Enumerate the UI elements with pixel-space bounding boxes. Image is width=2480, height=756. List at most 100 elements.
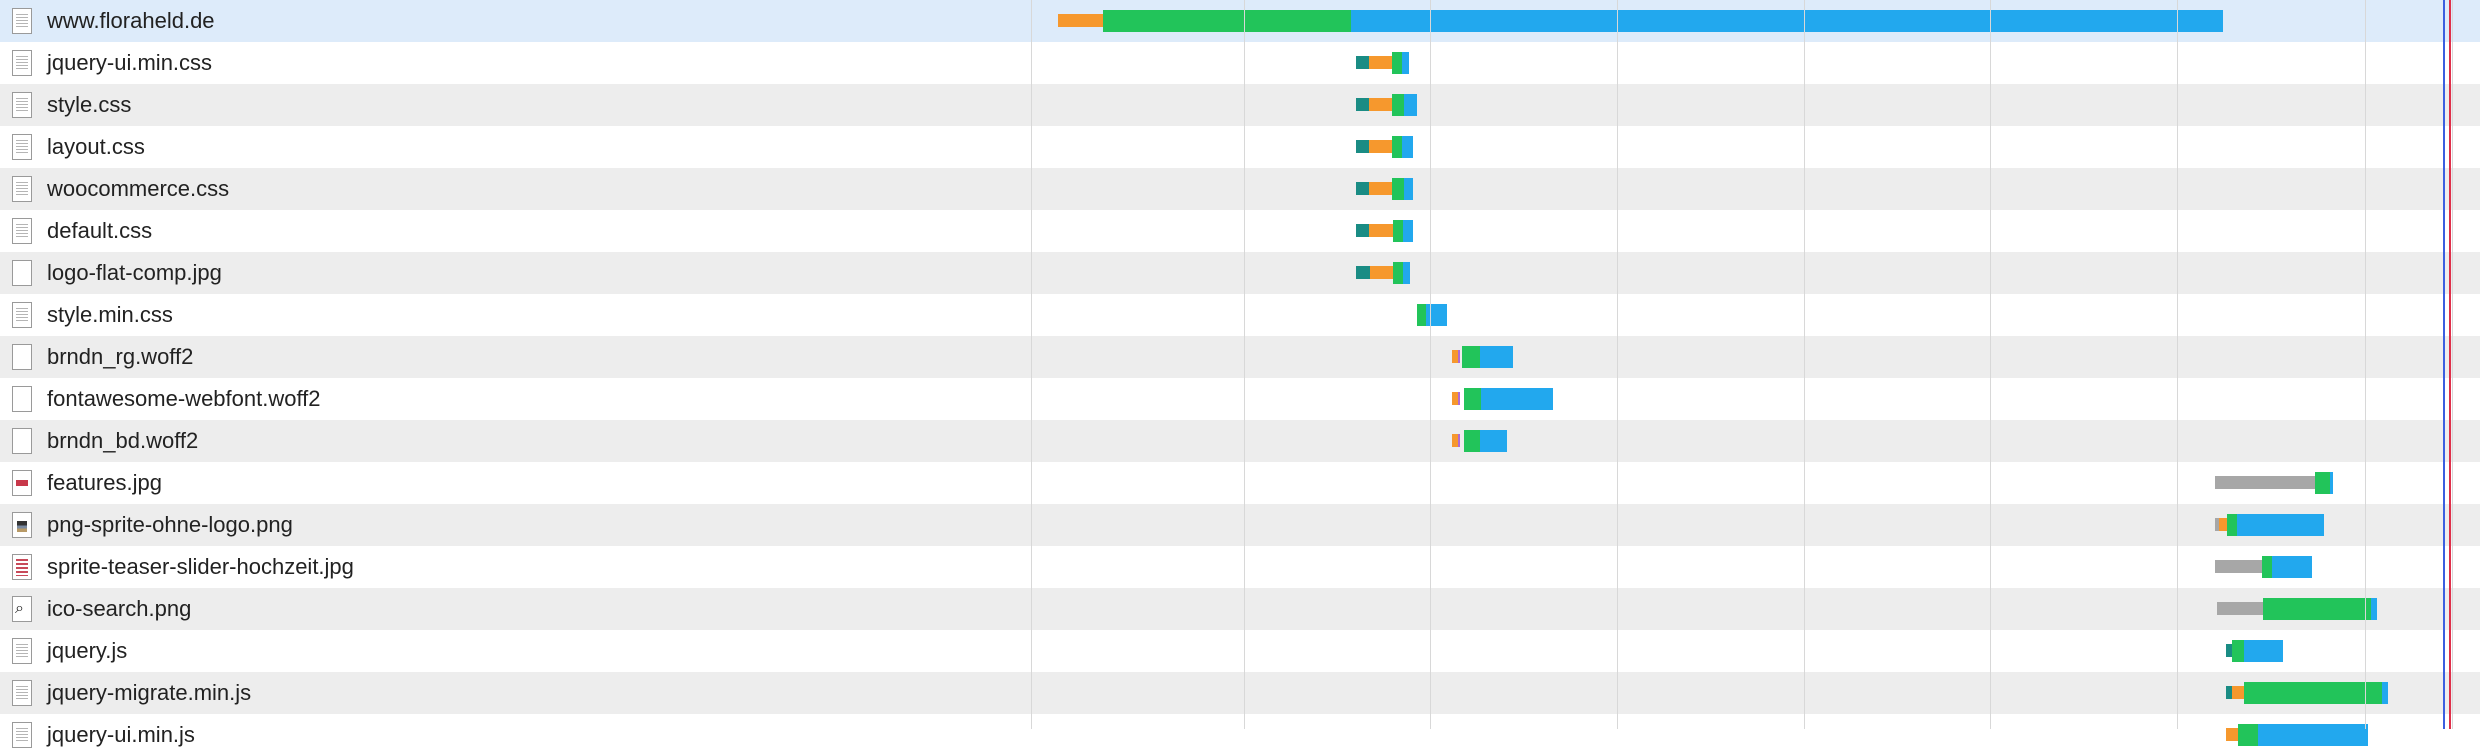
timing-bar-connect xyxy=(1369,182,1392,195)
timing-bar-connect xyxy=(2219,518,2227,531)
timing-bar-dns xyxy=(1356,56,1369,69)
document-icon xyxy=(12,722,32,748)
request-list: www.floraheld.de jquery-ui.min.css style.c… xyxy=(0,0,2480,756)
request-row[interactable]: style.css xyxy=(0,84,2480,126)
timing-bar-receive xyxy=(1403,262,1410,284)
timing-bar-wait xyxy=(1393,262,1403,284)
document-icon xyxy=(12,638,32,664)
request-name-cell: www.floraheld.de xyxy=(0,0,1030,42)
timing-bar-wait xyxy=(1464,430,1480,452)
timing-bar-receive xyxy=(1480,430,1507,452)
request-name-cell: layout.css xyxy=(0,126,1030,168)
request-name: www.floraheld.de xyxy=(47,8,215,33)
timing-bar-ssl xyxy=(1458,350,1460,363)
document-icon xyxy=(12,680,32,706)
timing-bar-receive xyxy=(1403,220,1413,242)
request-row[interactable]: woocommerce.css xyxy=(0,168,2480,210)
request-row[interactable]: logo-flat-comp.jpg xyxy=(0,252,2480,294)
timing-bar-wait xyxy=(2244,682,2382,704)
timing-bar-receive xyxy=(1351,10,2223,32)
timing-bar-receive xyxy=(2244,640,2283,662)
request-row[interactable]: www.floraheld.de xyxy=(0,0,2480,42)
timing-bar-receive xyxy=(2371,598,2377,620)
request-row[interactable]: sprite-teaser-slider-hochzeit.jpg xyxy=(0,546,2480,588)
timing-bar-receive xyxy=(1404,94,1417,116)
document-icon xyxy=(12,218,32,244)
request-row[interactable]: jquery.js xyxy=(0,630,2480,672)
timing-bar-blocked xyxy=(2221,602,2263,615)
timing-bar-connect xyxy=(1369,140,1392,153)
timing-bar-wait xyxy=(2227,514,2237,536)
request-row[interactable]: style.min.css xyxy=(0,294,2480,336)
timing-bar-dns xyxy=(1356,224,1369,237)
request-name-cell: style.min.css xyxy=(0,294,1030,336)
request-row[interactable]: default.css xyxy=(0,210,2480,252)
timing-bar-wait xyxy=(2315,472,2330,494)
document-icon xyxy=(12,176,32,202)
blank-file-icon xyxy=(12,386,32,412)
request-name-cell: jquery-migrate.min.js xyxy=(0,672,1030,714)
timing-bar-dns xyxy=(1356,266,1370,279)
request-name-cell: woocommerce.css xyxy=(0,168,1030,210)
request-name: jquery-ui.min.css xyxy=(47,50,213,75)
request-name-cell: jquery.js xyxy=(0,630,1030,672)
request-row[interactable]: jquery-migrate.min.js xyxy=(0,672,2480,714)
request-row[interactable]: jquery-ui.min.js xyxy=(0,714,2480,756)
request-row[interactable]: ico-search.png xyxy=(0,588,2480,630)
timing-bar-wait xyxy=(1392,178,1404,200)
request-row[interactable]: layout.css xyxy=(0,126,2480,168)
image-thumbnail-icon xyxy=(12,512,32,538)
request-name-cell: ico-search.png xyxy=(0,588,1030,630)
request-name: default.css xyxy=(47,218,153,243)
request-name-cell: jquery-ui.min.js xyxy=(0,714,1030,756)
image-thumbnail-icon xyxy=(12,470,32,496)
timing-bar-receive xyxy=(1426,304,1447,326)
timing-bar-wait xyxy=(2263,598,2371,620)
timing-bar-receive xyxy=(1481,388,1553,410)
request-name: png-sprite-ohne-logo.png xyxy=(47,512,293,537)
request-row[interactable]: brndn_bd.woff2 xyxy=(0,420,2480,462)
timing-bar-receive xyxy=(2330,472,2333,494)
timing-bar-wait xyxy=(1392,136,1402,158)
request-name: jquery.js xyxy=(47,638,128,663)
search-thumbnail-icon xyxy=(12,596,32,622)
request-name-cell: png-sprite-ohne-logo.png xyxy=(0,504,1030,546)
request-name: sprite-teaser-slider-hochzeit.jpg xyxy=(47,554,354,579)
timing-bar-dns xyxy=(1356,140,1369,153)
request-row[interactable]: brndn_rg.woff2 xyxy=(0,336,2480,378)
blank-file-icon xyxy=(12,428,32,454)
request-name: jquery-ui.min.js xyxy=(47,722,195,747)
request-row[interactable]: fontawesome-webfont.woff2 xyxy=(0,378,2480,420)
request-row[interactable]: features.jpg xyxy=(0,462,2480,504)
request-row[interactable]: png-sprite-ohne-logo.png xyxy=(0,504,2480,546)
timing-bar-blocked xyxy=(2215,560,2224,573)
request-name-cell: features.jpg xyxy=(0,462,1030,504)
request-name: features.jpg xyxy=(47,470,162,495)
timing-bar-connect xyxy=(1058,14,1103,27)
request-name-cell: sprite-teaser-slider-hochzeit.jpg xyxy=(0,546,1030,588)
request-name: fontawesome-webfont.woff2 xyxy=(47,386,321,411)
timing-bar-blocked xyxy=(2215,476,2315,489)
timing-bar-connect xyxy=(1369,98,1392,111)
request-name: style.css xyxy=(47,92,132,117)
timing-bar-wait xyxy=(1392,94,1404,116)
timing-bar-receive xyxy=(1404,178,1413,200)
request-name: style.min.css xyxy=(47,302,173,327)
timing-bar-wait xyxy=(1393,220,1403,242)
timing-bar-ssl xyxy=(1458,392,1460,405)
timing-bar-receive xyxy=(1402,52,1409,74)
image-thumbnail-icon xyxy=(12,554,32,580)
timing-bar-receive xyxy=(2382,682,2388,704)
timing-bar-wait xyxy=(1417,304,1426,326)
document-icon xyxy=(12,134,32,160)
timing-bar-wait xyxy=(1464,388,1481,410)
request-name: ico-search.png xyxy=(47,596,192,621)
timing-bar-wait xyxy=(1392,52,1402,74)
request-row[interactable]: jquery-ui.min.css xyxy=(0,42,2480,84)
timing-bar-receive xyxy=(2258,724,2368,746)
timing-bar-wait xyxy=(2238,724,2258,746)
timing-bar-connect xyxy=(2226,728,2238,741)
request-name-cell: fontawesome-webfont.woff2 xyxy=(0,378,1030,420)
timing-bar-receive xyxy=(2272,556,2312,578)
image-icon xyxy=(12,260,32,286)
